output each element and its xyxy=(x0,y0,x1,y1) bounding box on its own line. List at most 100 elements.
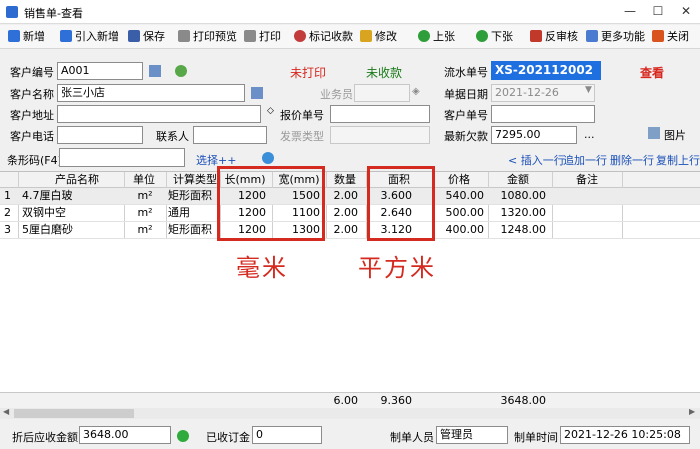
print-preview-button[interactable]: 打印预览 xyxy=(178,28,237,46)
maker-input: 管理员 xyxy=(436,426,508,444)
copy-row-button[interactable]: 复制上行 xyxy=(656,152,700,168)
prev-record-button[interactable]: 上张 xyxy=(418,28,455,46)
more-functions-button[interactable]: 更多功能 xyxy=(586,28,645,46)
amount-cell[interactable]: 1248.00 xyxy=(488,222,547,238)
product-name-cell[interactable]: 5厘白磨砂 xyxy=(22,222,73,238)
deposit-input[interactable]: 0 xyxy=(252,426,322,444)
date-label: 单据日期 xyxy=(444,88,488,101)
customer-name-lookup-icon[interactable] xyxy=(251,87,263,99)
edit-icon xyxy=(360,30,372,42)
title-bar: 销售单-查看 — ☐ ✕ xyxy=(0,0,700,24)
customer-order-label: 客户单号 xyxy=(444,109,488,122)
calc-type-cell[interactable]: 矩形面积 xyxy=(168,188,212,204)
header-qty[interactable]: 数量 xyxy=(326,172,364,188)
table-header: 产品名称 单位 计算类型 长(mm) 宽(mm) 数量 面积 价格 金额 备注 xyxy=(0,172,700,188)
scrollbar-thumb[interactable] xyxy=(14,409,134,418)
price-cell[interactable]: 540.00 xyxy=(432,188,485,204)
contact-input[interactable] xyxy=(193,126,267,144)
date-input[interactable]: 2021-12-26 xyxy=(491,84,595,102)
price-cell[interactable]: 400.00 xyxy=(432,222,485,238)
salesman-select[interactable] xyxy=(354,84,410,102)
next-record-button[interactable]: 下张 xyxy=(476,28,513,46)
product-name-cell[interactable]: 双钢中空 xyxy=(22,205,66,221)
table-row[interactable]: 3 5厘白磨砂 m² 矩形面积 1200 1300 2.00 3.120 400… xyxy=(0,222,700,239)
contact-label: 联系人 xyxy=(156,130,189,143)
insert-row-button[interactable]: < 插入一行 xyxy=(508,152,565,168)
header-calc-type[interactable]: 计算类型 xyxy=(168,172,222,188)
price-cell[interactable]: 500.00 xyxy=(432,205,485,221)
quote-no-input[interactable] xyxy=(330,105,430,123)
deposit-label: 已收订金 xyxy=(206,431,250,444)
row-number: 3 xyxy=(4,223,11,236)
picture-button[interactable]: 图片 xyxy=(664,127,686,143)
mark-payment-button[interactable]: 标记收款 xyxy=(294,28,353,46)
header-amount[interactable]: 金额 xyxy=(488,172,548,188)
status-dot-icon xyxy=(177,430,189,442)
horizontal-scrollbar[interactable]: ◀ ▶ xyxy=(0,407,700,419)
customer-phone-input[interactable] xyxy=(57,126,143,144)
discount-total-input: 3648.00 xyxy=(79,426,171,444)
qty-cell[interactable]: 2.00 xyxy=(326,222,359,238)
barcode-input[interactable] xyxy=(59,148,185,167)
prev-icon xyxy=(418,30,430,42)
salesman-label: 业务员 xyxy=(320,88,353,101)
delete-row-button[interactable]: 删除一行 xyxy=(610,152,654,168)
unit-cell[interactable]: m² xyxy=(124,188,166,204)
add-row-button[interactable]: 追加一行 xyxy=(563,152,607,168)
save-button[interactable]: 保存 xyxy=(128,28,165,46)
scroll-left-icon[interactable]: ◀ xyxy=(3,407,9,416)
globe-icon[interactable] xyxy=(262,152,274,164)
customer-order-input[interactable] xyxy=(491,105,595,123)
product-name-cell[interactable]: 4.7厘白玻 xyxy=(22,188,73,204)
amount-cell[interactable]: 1080.00 xyxy=(488,188,547,204)
discount-total-label: 折后应收金额 xyxy=(12,431,78,444)
print-icon xyxy=(244,30,256,42)
print-status-badge: 未打印 xyxy=(290,66,327,80)
refresh-customer-icon[interactable] xyxy=(175,65,187,77)
maximize-button[interactable]: ☐ xyxy=(644,0,672,22)
close-button[interactable]: 关闭 xyxy=(652,28,689,46)
customer-address-input[interactable] xyxy=(57,105,261,123)
new-icon xyxy=(8,30,20,42)
table-row[interactable]: 1 4.7厘白玻 m² 矩形面积 1200 1500 2.00 3.600 54… xyxy=(0,188,700,205)
unit-cell[interactable]: m² xyxy=(124,222,166,238)
salesman-tag-icon[interactable]: ◈ xyxy=(412,86,420,97)
footer-bar: 折后应收金额 3648.00 已收订金 0 制单人员 管理员 制单时间 2021… xyxy=(0,421,700,449)
scroll-right-icon[interactable]: ▶ xyxy=(689,407,695,416)
import-new-button[interactable]: 引入新增 xyxy=(60,28,119,46)
balance-label: 最新欠款 xyxy=(444,130,488,143)
balance-more-button[interactable]: ... xyxy=(584,128,595,141)
calc-type-cell[interactable]: 矩形面积 xyxy=(168,222,212,238)
header-unit[interactable]: 单位 xyxy=(124,172,164,188)
balance-input: 7295.00 xyxy=(491,126,577,144)
search-customer-icon[interactable] xyxy=(149,65,161,77)
unit-cell[interactable]: m² xyxy=(124,205,166,221)
invoice-type-select[interactable] xyxy=(330,126,430,144)
toolbar: 新增 引入新增 保存 打印预览 打印 标记收款 修改 上张 下张 反审核 更多功… xyxy=(0,25,700,49)
header-remark[interactable]: 备注 xyxy=(552,172,622,188)
customer-code-input[interactable]: A001 xyxy=(57,62,143,80)
new-button[interactable]: 新增 xyxy=(8,28,45,46)
edit-button[interactable]: 修改 xyxy=(360,28,397,46)
serial-no-input[interactable]: XS-202112002 xyxy=(491,61,601,80)
mm-highlight-box xyxy=(217,166,325,241)
close-window-button[interactable]: ✕ xyxy=(672,0,700,22)
save-icon xyxy=(128,30,140,42)
unaudit-icon xyxy=(530,30,542,42)
date-dropdown-icon[interactable]: ▼ xyxy=(585,85,592,95)
amount-cell[interactable]: 1320.00 xyxy=(488,205,547,221)
header-price[interactable]: 价格 xyxy=(432,172,486,188)
table-row[interactable]: 2 双钢中空 m² 通用 1200 1100 2.00 2.640 500.00… xyxy=(0,205,700,222)
barcode-label: 条形码(F4) xyxy=(7,154,62,167)
header-product-name[interactable]: 产品名称 xyxy=(22,172,132,188)
print-button[interactable]: 打印 xyxy=(244,28,281,46)
calc-type-cell[interactable]: 通用 xyxy=(168,205,190,221)
unaudit-button[interactable]: 反审核 xyxy=(530,28,578,46)
qty-cell[interactable]: 2.00 xyxy=(326,188,359,204)
customer-name-input[interactable]: 张三小店 xyxy=(57,84,245,102)
next-icon xyxy=(476,30,488,42)
area-highlight-box xyxy=(367,166,435,241)
row-number: 2 xyxy=(4,206,11,219)
qty-cell[interactable]: 2.00 xyxy=(326,205,359,221)
minimize-button[interactable]: — xyxy=(616,0,644,22)
